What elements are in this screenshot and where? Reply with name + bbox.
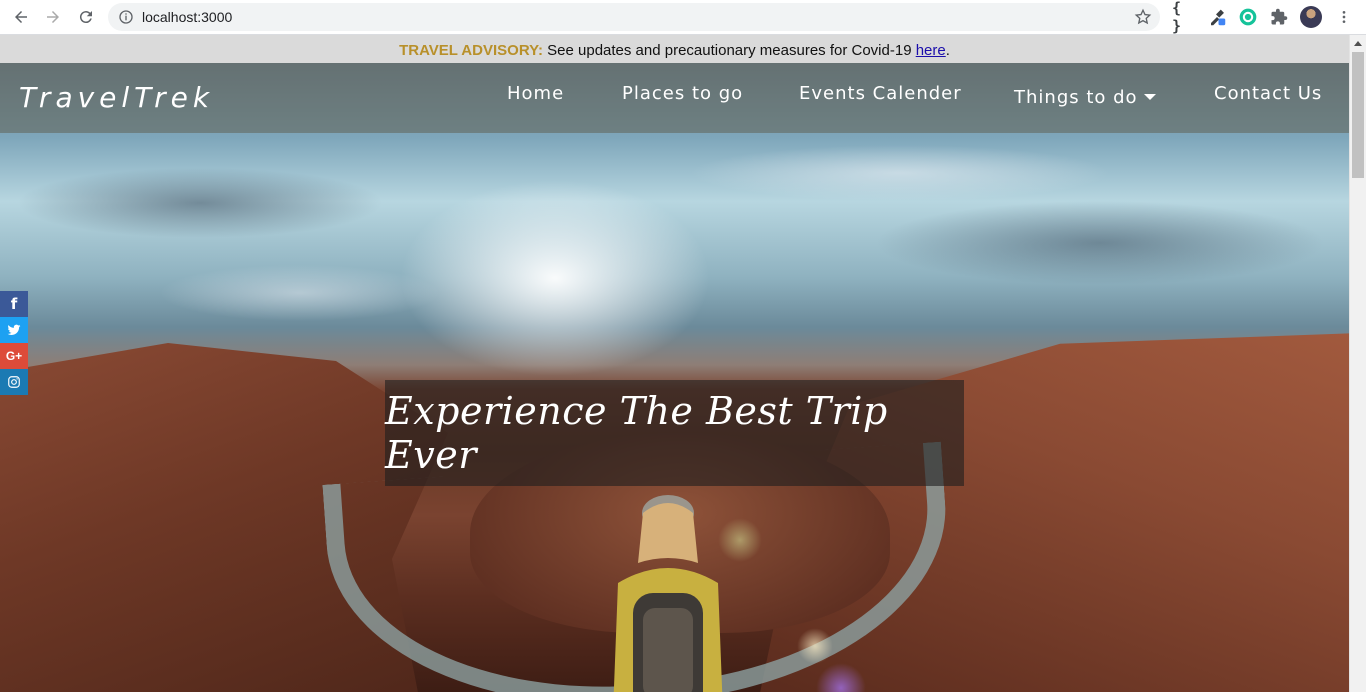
nav-events-calender[interactable]: Events Calender <box>799 83 962 104</box>
scrollbar-thumb[interactable] <box>1352 52 1364 178</box>
arrow-left-icon <box>15 11 27 23</box>
hero-hiker <box>613 495 723 692</box>
page: TRAVEL ADVISORY: See updates and precaut… <box>0 35 1349 692</box>
twitter-icon[interactable] <box>0 317 28 343</box>
url-text[interactable]: localhost:3000 <box>142 9 232 25</box>
facebook-icon[interactable]: f <box>0 291 28 317</box>
back-button[interactable] <box>8 4 34 30</box>
caret-down-icon <box>1143 94 1156 100</box>
advisory-link[interactable]: here <box>916 42 946 59</box>
site-logo[interactable]: TravelTrek <box>19 81 214 114</box>
google-plus-icon[interactable]: G+ <box>0 343 28 369</box>
puzzle-extensions-icon[interactable] <box>1267 5 1291 29</box>
menu-kebab-icon[interactable] <box>1332 5 1356 29</box>
lens-flare-1 <box>797 628 833 664</box>
advisory-text: See updates and precautionary measures f… <box>542 42 916 59</box>
hero-tagline: Experience The Best Trip Ever <box>385 389 888 477</box>
hero-section: TravelTrek Home Places to go Events Cale… <box>0 63 1349 692</box>
lens-flare-3 <box>718 518 762 562</box>
site-navbar: TravelTrek Home Places to go Events Cale… <box>0 63 1349 133</box>
nav-places-to-go[interactable]: Places to go <box>622 83 743 104</box>
eyedropper-extension-icon[interactable] <box>1205 5 1229 29</box>
advisory-tail: . <box>945 42 950 59</box>
grammarly-extension-icon[interactable] <box>1236 5 1260 29</box>
travel-advisory-bar: TRAVEL ADVISORY: See updates and precaut… <box>0 35 1349 63</box>
browser-toolbar: localhost:3000 { } <box>0 0 1366 35</box>
instagram-icon[interactable] <box>0 369 28 395</box>
nav-home[interactable]: Home <box>507 83 564 104</box>
info-icon[interactable] <box>118 9 134 25</box>
bookmark-star-icon[interactable] <box>1134 8 1152 26</box>
nav-things-to-do[interactable]: Things to do <box>1014 87 1156 108</box>
scroll-up-arrow-icon[interactable] <box>1354 41 1362 46</box>
forward-button[interactable] <box>40 4 66 30</box>
code-extension-icon[interactable]: { } <box>1172 0 1196 35</box>
reload-icon <box>79 11 92 24</box>
profile-avatar[interactable] <box>1299 5 1323 29</box>
nav-contact-us[interactable]: Contact Us <box>1214 83 1322 104</box>
hero-tagline-box: Experience The Best Trip Ever <box>385 380 964 486</box>
advisory-lead: TRAVEL ADVISORY: <box>399 42 543 59</box>
address-bar[interactable]: localhost:3000 <box>108 3 1160 31</box>
page-scrollbar[interactable] <box>1349 35 1366 692</box>
reload-button[interactable] <box>73 4 99 30</box>
arrow-right-icon <box>47 11 59 23</box>
nav-things-to-do-label: Things to do <box>1014 87 1138 108</box>
